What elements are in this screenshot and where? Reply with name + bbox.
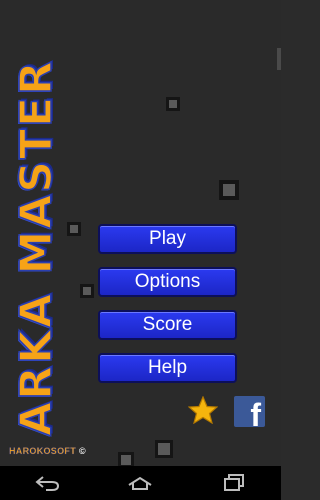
brick-square xyxy=(118,452,134,466)
copyright-mark: © xyxy=(79,446,86,456)
help-button[interactable]: Help xyxy=(98,353,237,383)
edge-indicator xyxy=(277,48,281,70)
score-button[interactable]: Score xyxy=(98,310,237,340)
brick-square xyxy=(80,284,94,298)
star-icon xyxy=(187,395,219,425)
system-navbar xyxy=(0,466,281,500)
home-icon xyxy=(128,476,153,490)
nav-back-button[interactable] xyxy=(32,473,62,493)
options-button[interactable]: Options xyxy=(98,267,237,297)
credit-text: HAROKOSOFT xyxy=(9,446,76,456)
facebook-button[interactable]: f xyxy=(234,396,265,427)
brick-square xyxy=(155,440,173,458)
facebook-icon: f xyxy=(250,397,261,427)
back-icon xyxy=(35,476,59,491)
brick-square xyxy=(67,222,81,236)
game-logo: ARKA MASTER xyxy=(10,52,63,442)
brick-square xyxy=(219,180,239,200)
rate-button[interactable] xyxy=(187,395,219,425)
recent-apps-icon xyxy=(224,474,245,491)
game-title: ARKA MASTER xyxy=(10,58,63,436)
brick-square xyxy=(166,97,180,111)
developer-credit: HAROKOSOFT © xyxy=(9,446,86,456)
play-button[interactable]: Play xyxy=(98,224,237,254)
nav-recent-button[interactable] xyxy=(219,473,249,493)
nav-home-button[interactable] xyxy=(125,473,155,493)
game-screen: ARKA MASTER Play Options Score Help f HA… xyxy=(0,0,281,466)
